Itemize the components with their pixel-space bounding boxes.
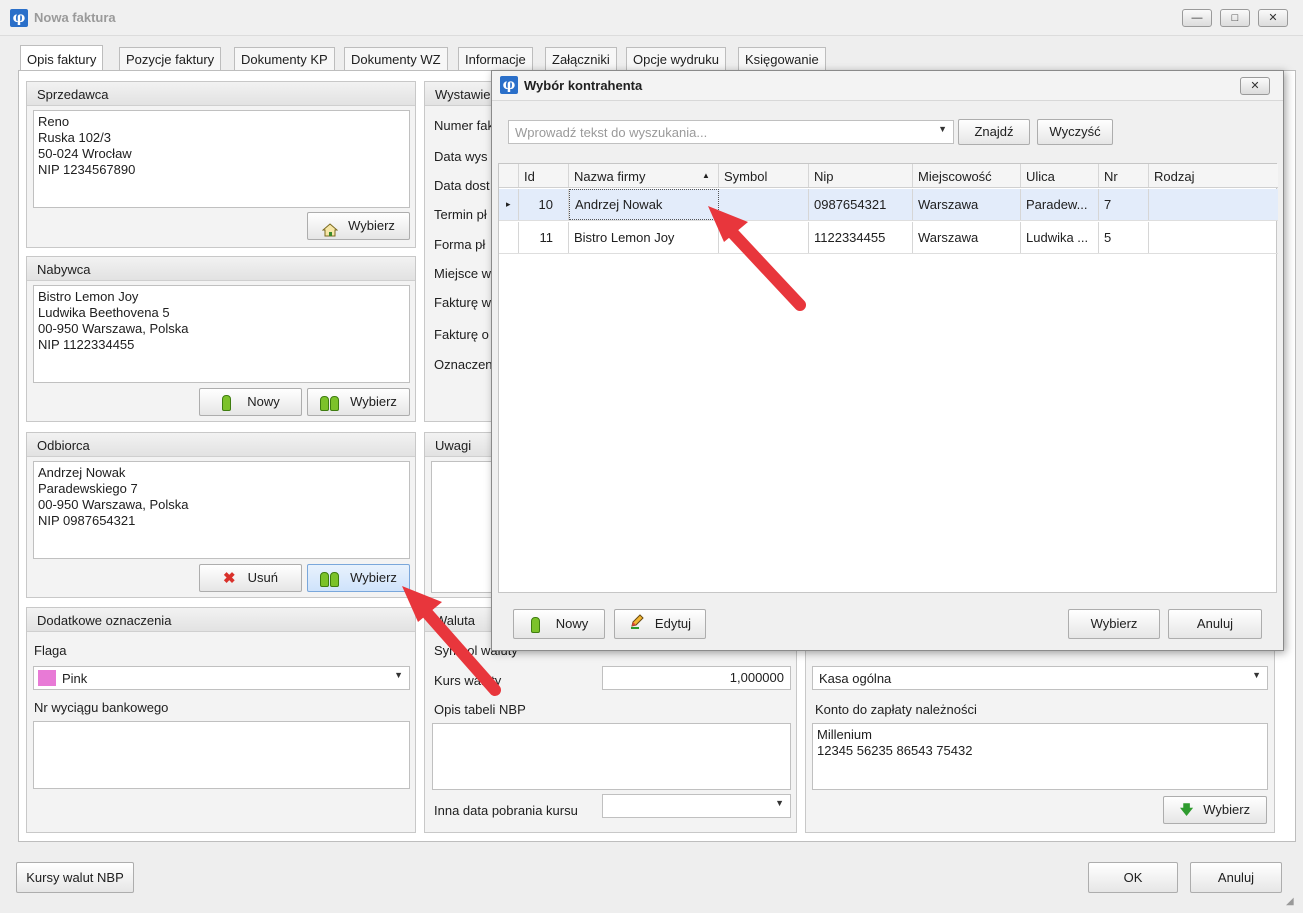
annotation-arrows bbox=[402, 206, 806, 696]
annotation-arrow-to-row-icon bbox=[708, 206, 806, 311]
annotation-arrow-to-select-button-icon bbox=[402, 586, 501, 696]
